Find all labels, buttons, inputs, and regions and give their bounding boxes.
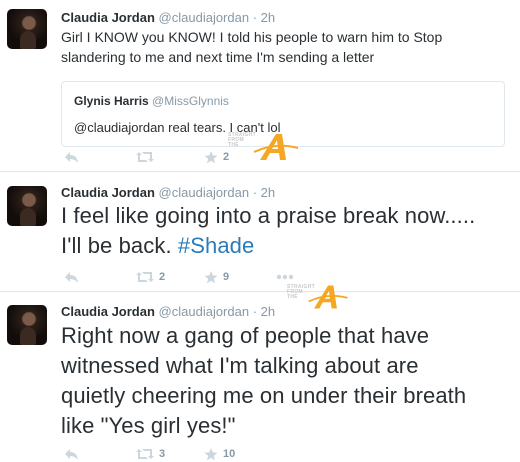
reply-icon	[65, 151, 78, 163]
retweet-icon	[136, 272, 154, 282]
retweet-button[interactable]	[136, 149, 159, 165]
reply-button[interactable]	[64, 149, 79, 165]
retweet-count: 3	[159, 448, 166, 460]
watermark-logo-icon	[308, 285, 348, 309]
avatar[interactable]	[7, 305, 47, 345]
timestamp[interactable]: 2h	[261, 10, 275, 25]
favorite-button[interactable]: 9	[204, 269, 229, 285]
retweet-count: 2	[159, 271, 166, 283]
tweet-header: Claudia Jordan @claudiajordan · 2h	[61, 10, 275, 25]
tweet-text-line: quietly cheering me on under their breat…	[61, 383, 467, 408]
tweet-text-line: Right now a gang of people that have	[61, 323, 430, 348]
tweet-1[interactable]: Claudia Jordan @claudiajordan · 2h Girl …	[0, 0, 520, 171]
retweet-icon	[136, 152, 154, 162]
tweet-text-line: I feel like going into a praise break no…	[61, 203, 476, 228]
separator-dot: ·	[252, 10, 258, 25]
timestamp[interactable]: 2h	[261, 185, 275, 200]
reply-icon	[65, 448, 78, 460]
tweet-text-line: Girl I KNOW you KNOW! I told his people …	[61, 29, 443, 45]
star-icon	[204, 270, 218, 283]
reply-button[interactable]	[64, 269, 79, 285]
author-handle[interactable]: @claudiajordan	[159, 185, 250, 200]
separator-dot: ·	[252, 185, 258, 200]
quoted-author-handle: @MissGlynnis	[152, 94, 229, 108]
tweet-3[interactable]: Claudia Jordan @claudiajordan · 2h STRAI…	[0, 285, 520, 462]
tweet-2[interactable]: Claudia Jordan @claudiajordan · 2h I fee…	[0, 172, 520, 291]
more-icon	[276, 274, 294, 280]
author-handle[interactable]: @claudiajordan	[159, 304, 250, 319]
reply-button[interactable]	[64, 446, 79, 462]
watermark-logo-icon	[253, 134, 299, 160]
tweet-text: I'll be back.	[61, 233, 172, 258]
hashtag-link[interactable]: #Shade	[178, 233, 254, 258]
avatar[interactable]	[7, 9, 47, 49]
favorite-count: 10	[223, 448, 236, 460]
watermark: STRAIGHT FROM THE	[228, 130, 299, 164]
retweet-button[interactable]: 2	[136, 269, 165, 285]
tweet-header: Claudia Jordan @claudiajordan · 2h	[61, 304, 275, 319]
star-icon	[204, 447, 218, 460]
reply-icon	[65, 271, 78, 283]
author-name[interactable]: Claudia Jordan	[61, 304, 155, 319]
favorite-count: 9	[223, 271, 230, 283]
favorite-button[interactable]: 10	[204, 446, 235, 462]
retweet-button[interactable]: 3	[136, 446, 165, 462]
author-handle[interactable]: @claudiajordan	[159, 10, 250, 25]
tweet-text-line: witnessed what I'm talking about are	[61, 353, 419, 378]
star-icon	[204, 150, 218, 163]
avatar[interactable]	[7, 186, 47, 226]
timestamp[interactable]: 2h	[261, 304, 275, 319]
author-name[interactable]: Claudia Jordan	[61, 185, 155, 200]
quoted-author-name: Glynis Harris	[74, 94, 149, 108]
separator-dot: ·	[252, 304, 258, 319]
author-name[interactable]: Claudia Jordan	[61, 10, 155, 25]
retweet-icon	[136, 449, 154, 459]
tweet-text-line: slandering to me and next time I'm sendi…	[61, 49, 375, 65]
favorite-button[interactable]: 2	[204, 149, 229, 165]
favorite-count: 2	[223, 151, 230, 163]
quoted-header: Glynis Harris @MissGlynnis	[74, 94, 229, 108]
tweet-text-line: like "Yes girl yes!"	[61, 413, 236, 438]
tweet-header: Claudia Jordan @claudiajordan · 2h	[61, 185, 275, 200]
tweet-text-line-with-hashtag: I'll be back. #Shade	[61, 231, 254, 261]
watermark: STRAIGHT FROM THE	[287, 282, 348, 316]
